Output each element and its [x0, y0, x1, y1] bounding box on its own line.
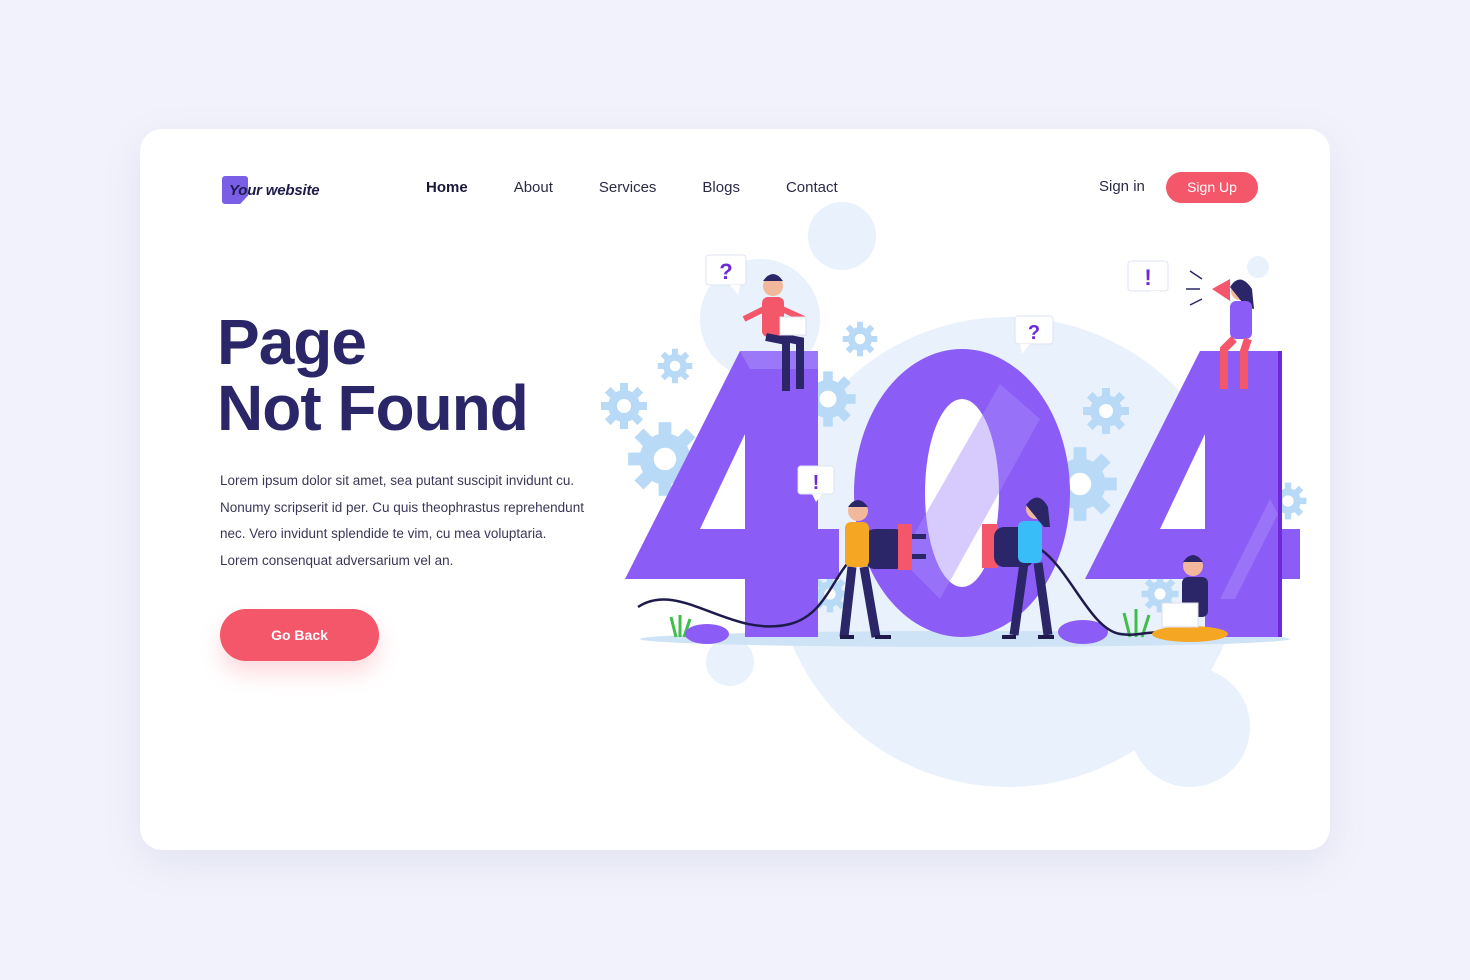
404-illustration: ? ! ? ! — [601, 202, 1307, 787]
landing-card: Your website Home About Services Blogs C… — [140, 129, 1330, 850]
bubble-exclamation-2-glyph: ! — [813, 472, 820, 494]
bubble-question-2-glyph: ? — [1028, 322, 1040, 344]
bubble-exclamation-1-glyph: ! — [1144, 265, 1151, 290]
bubble-exclamation-1: ! — [1127, 260, 1169, 299]
bubble-question-1-glyph: ? — [719, 259, 732, 284]
